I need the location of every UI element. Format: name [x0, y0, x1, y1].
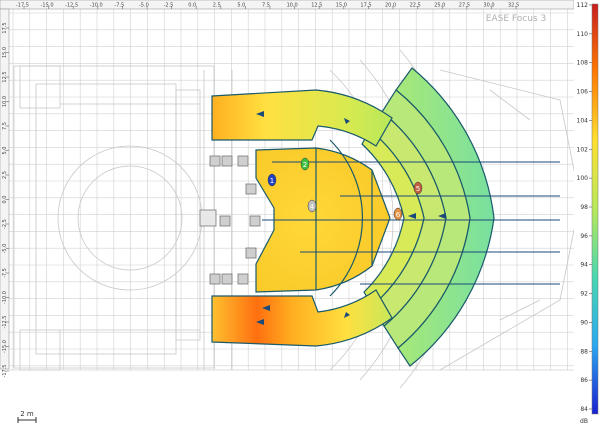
color-scale-label: 84	[580, 406, 588, 413]
top-ruler-label: 5.0	[237, 3, 245, 9]
color-scale-bar	[591, 3, 599, 415]
scale-bar: 2 m	[17, 410, 37, 423]
top-ruler-label: 2.5	[213, 3, 221, 9]
color-scale-unit: dB	[580, 418, 588, 425]
left-ruler-label: -5.0	[2, 244, 8, 254]
color-scale-label: 110	[577, 31, 589, 38]
mapping-canvas[interactable]: 1 2 4 5 6 -17.5 -15.0 -12.5 -10.0 -7.5 -5.0 -2…	[0, 0, 604, 428]
top-ruler-label: 17.5	[360, 3, 371, 9]
top-ruler-label: 10.0	[287, 3, 298, 9]
top-ruler-label: -2.5	[164, 3, 174, 9]
speaker-4-marker[interactable]: 4	[307, 199, 317, 213]
watermark-text: EASE Focus 3	[486, 14, 546, 24]
speaker-2-label: 2	[303, 161, 307, 169]
speaker-6-marker[interactable]: 6	[393, 207, 403, 221]
speaker-2-marker[interactable]: 2	[300, 157, 310, 171]
top-ruler-label: 22.5	[410, 3, 421, 9]
left-ruler-label: 17.5	[2, 22, 8, 33]
top-ruler-label: -5.0	[139, 3, 149, 9]
top-ruler-label: 7.5	[262, 3, 270, 9]
top-ruler-label: 20.0	[385, 3, 396, 9]
color-scale-label: 102	[577, 146, 589, 153]
color-scale-label: 94	[580, 262, 588, 269]
left-ruler-label: -15.0	[2, 340, 8, 353]
ease-focus-viewport[interactable]: 1 2 4 5 6 -17.5 -15.0 -12.5 -10.0 -7.5 -5.0 -2…	[0, 0, 604, 428]
top-ruler-label: 25.0	[434, 3, 445, 9]
top-ruler-label: 32.5	[508, 3, 519, 9]
zone-box-bottom	[211, 289, 393, 347]
left-ruler-label: -12.5	[2, 316, 8, 329]
top-ruler-label: -10.0	[90, 3, 103, 9]
top-ruler-label: -15.0	[41, 3, 54, 9]
top-ruler-label: -12.5	[65, 3, 78, 9]
color-scale-label: 108	[577, 60, 589, 67]
color-scale-label: 98	[580, 204, 588, 211]
left-ruler-label: -17.5	[2, 365, 8, 378]
speaker-5-marker[interactable]: 5	[413, 181, 423, 195]
zone-box-top	[211, 89, 393, 147]
left-ruler-label: 0.0	[2, 196, 8, 204]
color-scale-label: 104	[577, 117, 589, 124]
left-ruler-label: 5.0	[2, 147, 8, 155]
top-ruler-label: -17.5	[16, 3, 29, 9]
top-ruler: -17.5 -15.0 -12.5 -10.0 -7.5 -5.0 -2.5 0.0 2.5 5.…	[0, 0, 575, 10]
left-ruler-label: 15.0	[2, 47, 8, 58]
left-ruler-label: -2.5	[2, 219, 8, 229]
speaker-1-label: 1	[270, 177, 274, 185]
speaker-6-label: 6	[396, 211, 401, 219]
left-ruler: 17.5 15.0 12.5 10.0 7.5 5.0 2.5 0.0 -2.5 -5.0 -7.5…	[0, 8, 10, 378]
scale-bar-label: 2 m	[20, 410, 34, 418]
color-scale-label: 86	[580, 377, 588, 384]
top-ruler-label: 27.5	[459, 3, 470, 9]
top-ruler-label: 30.0	[483, 3, 494, 9]
left-ruler-label: -10.0	[2, 291, 8, 304]
speaker-5-label: 5	[416, 185, 420, 193]
color-scale-label: 100	[577, 175, 589, 182]
color-scale-label: 92	[580, 291, 588, 298]
left-ruler-label: 12.5	[2, 71, 8, 82]
color-scale-label: 88	[580, 348, 588, 355]
top-ruler-label: -7.5	[114, 3, 124, 9]
left-ruler-label: 2.5	[2, 171, 8, 179]
color-scale-label: 90	[580, 319, 588, 326]
speaker-4-label: 4	[310, 203, 315, 211]
top-ruler-label: 15.0	[336, 3, 347, 9]
top-ruler-label: 0.0	[188, 3, 196, 9]
color-scale-label: 106	[577, 89, 589, 96]
left-ruler-label: -7.5	[2, 268, 8, 278]
color-scale: 112 110 108 106 104 102 100 98 96 94 92 90 88 86 84 dB	[574, 0, 604, 428]
speaker-1-marker[interactable]: 1	[267, 173, 277, 187]
color-scale-label: 112	[577, 2, 589, 9]
color-scale-label: 96	[580, 233, 588, 240]
left-ruler-label: 10.0	[2, 96, 8, 107]
top-ruler-label: 12.5	[311, 3, 322, 9]
left-ruler-label: 7.5	[2, 122, 8, 130]
